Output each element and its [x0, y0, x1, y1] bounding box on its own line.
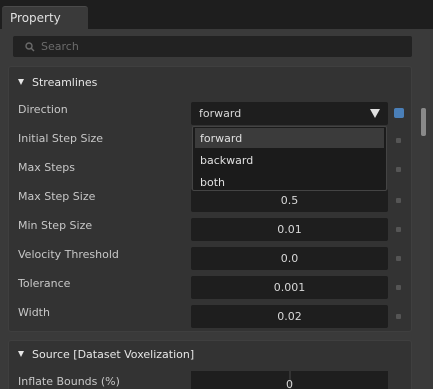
inflate-bounds-input[interactable]: [191, 371, 289, 389]
tolerance-input[interactable]: 0.001: [191, 276, 388, 299]
width-label: Width: [18, 306, 50, 319]
field-value: 0.001: [273, 281, 306, 294]
option-label: both: [200, 175, 225, 189]
direction-label: Direction: [18, 103, 68, 116]
min-step-size-label: Min Step Size: [18, 219, 93, 232]
search-placeholder: Search: [41, 40, 79, 53]
source-header[interactable]: Source [Dataset Voxelization]: [18, 344, 194, 364]
reset-dot[interactable]: [396, 227, 401, 232]
vertical-scrollbar[interactable]: [421, 108, 426, 136]
option-both[interactable]: both: [195, 172, 384, 192]
reset-dot[interactable]: [396, 256, 401, 261]
reset-dot[interactable]: [396, 138, 401, 143]
reset-dot[interactable]: [396, 285, 401, 290]
field-value: 0.01: [277, 223, 302, 236]
velocity-threshold-label: Velocity Threshold: [18, 248, 119, 261]
reset-dot[interactable]: [396, 198, 401, 203]
direction-value: forward: [199, 107, 242, 120]
max-step-size-input[interactable]: 0.5: [191, 189, 388, 212]
collapse-caret-icon: [18, 351, 24, 357]
initial-step-size-label: Initial Step Size: [18, 132, 104, 145]
search-input[interactable]: Search: [13, 36, 412, 57]
section-title: Source [Dataset Voxelization]: [32, 347, 195, 361]
reset-dot[interactable]: [396, 167, 401, 172]
min-step-size-input[interactable]: 0.01: [191, 218, 388, 241]
option-backward[interactable]: backward: [195, 150, 384, 170]
reset-dot[interactable]: [396, 314, 401, 319]
section-title: Streamlines: [32, 75, 98, 89]
search-icon: [25, 41, 35, 51]
direction-options-list: forward backward both: [192, 126, 387, 191]
inflate-bounds-label: Inflate Bounds (%): [18, 375, 120, 388]
collapse-caret-icon: [18, 79, 24, 85]
option-label: backward: [200, 153, 254, 167]
reset-button[interactable]: [394, 108, 404, 118]
tab-label: Property: [10, 11, 61, 25]
field-value: 0.0: [280, 252, 299, 265]
field-value: 0.02: [277, 310, 302, 323]
tab-bar: Property: [0, 0, 433, 29]
width-input[interactable]: 0.02: [191, 305, 388, 328]
max-steps-label: Max Steps: [18, 161, 76, 174]
direction-dropdown[interactable]: forward: [191, 102, 388, 125]
option-label: forward: [200, 131, 243, 145]
tolerance-label: Tolerance: [18, 277, 71, 290]
dropdown-arrow-icon[interactable]: [370, 109, 380, 118]
inflate-bounds-input-2[interactable]: [291, 371, 388, 389]
field-value: 0.5: [280, 194, 299, 207]
option-forward[interactable]: forward: [195, 128, 384, 148]
streamlines-header[interactable]: Streamlines: [18, 72, 97, 92]
velocity-threshold-input[interactable]: 0.0: [191, 247, 388, 270]
inflate-value: 0: [286, 378, 293, 389]
max-step-size-label: Max Step Size: [18, 190, 96, 203]
tab-property[interactable]: Property: [2, 6, 88, 29]
